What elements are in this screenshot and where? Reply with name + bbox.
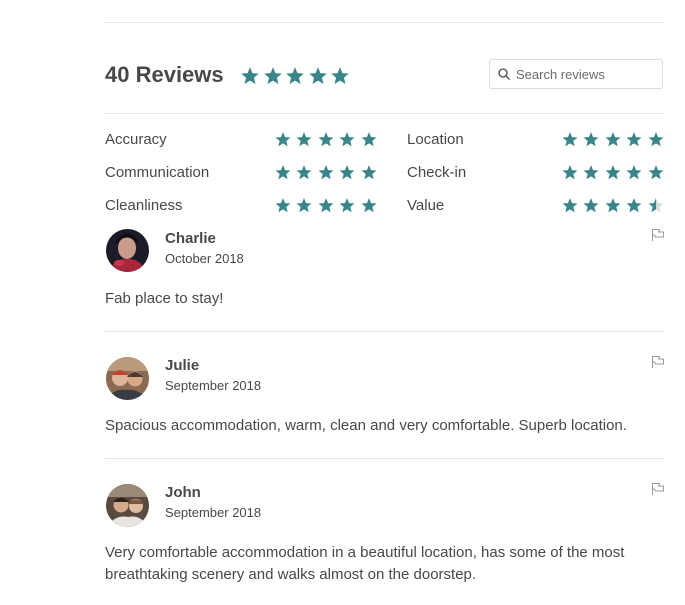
star-icon	[286, 67, 304, 84]
star-icon	[361, 132, 376, 147]
review-date: October 2018	[165, 251, 244, 266]
star-icon	[296, 132, 312, 147]
star-icon	[648, 198, 663, 213]
star-icon	[562, 132, 578, 147]
reviewer-name[interactable]: Julie	[165, 357, 199, 374]
rating-label-communication: Communication	[105, 164, 210, 181]
star-icon	[626, 132, 642, 147]
star-icon	[605, 198, 621, 213]
star-icon	[648, 165, 663, 180]
star-icon	[275, 165, 291, 180]
star-icon	[318, 132, 334, 147]
rating-stars-value	[561, 197, 668, 214]
rating-label-check-in: Check-in	[407, 164, 467, 181]
top-divider	[105, 22, 665, 23]
rating-label-accuracy: Accuracy	[105, 131, 167, 148]
review-divider	[105, 331, 665, 332]
star-icon	[605, 132, 621, 147]
star-icon	[361, 165, 376, 180]
rating-stars-accuracy	[274, 131, 381, 148]
star-icon	[562, 198, 578, 213]
overall-rating-stars	[240, 66, 353, 86]
star-icon	[318, 198, 334, 213]
header-divider	[105, 113, 665, 114]
star-icon	[339, 165, 355, 180]
star-icon	[626, 165, 642, 180]
star-icon	[308, 67, 327, 84]
rating-stars-check-in	[561, 164, 668, 181]
review-text: Spacious accommodation, warm, clean and …	[105, 417, 627, 434]
star-icon	[318, 165, 334, 180]
star-icon	[583, 198, 599, 213]
avatar[interactable]	[106, 484, 149, 527]
star-icon	[583, 165, 599, 180]
review-text: Fab place to stay!	[105, 290, 224, 307]
star-icon	[263, 67, 282, 84]
rating-stars-cleanliness	[274, 197, 381, 214]
star-icon	[296, 165, 312, 180]
rating-label-cleanliness: Cleanliness	[105, 197, 183, 214]
review-date: September 2018	[165, 378, 262, 393]
search-box[interactable]	[489, 59, 663, 89]
review-text: Very comfortable accommodation in a beau…	[105, 544, 625, 583]
avatar[interactable]	[106, 229, 149, 272]
flag-icon[interactable]	[651, 482, 665, 496]
star-icon	[648, 132, 663, 147]
star-icon	[296, 198, 312, 213]
flag-icon[interactable]	[651, 355, 665, 369]
star-icon	[339, 132, 355, 147]
reviewer-name[interactable]: John	[165, 484, 201, 501]
search-icon	[498, 68, 510, 80]
search-input[interactable]	[510, 66, 656, 82]
star-icon	[339, 198, 355, 213]
reviewer-name[interactable]: Charlie	[165, 230, 216, 247]
star-icon	[583, 132, 599, 147]
review-date: September 2018	[165, 505, 262, 520]
avatar[interactable]	[106, 357, 149, 400]
star-icon	[275, 198, 291, 213]
star-icon	[626, 198, 642, 213]
reviews-count-title: 40 Reviews	[105, 62, 224, 87]
review-divider	[105, 458, 665, 459]
star-icon	[275, 132, 291, 147]
star-icon	[562, 165, 578, 180]
star-icon	[331, 67, 349, 84]
rating-stars-location	[561, 131, 668, 148]
star-icon	[241, 67, 259, 84]
rating-label-value: Value	[407, 197, 445, 214]
flag-icon[interactable]	[651, 228, 665, 242]
rating-stars-communication	[274, 164, 381, 181]
star-icon	[361, 198, 376, 213]
rating-label-location: Location	[407, 131, 464, 148]
star-icon	[605, 165, 621, 180]
